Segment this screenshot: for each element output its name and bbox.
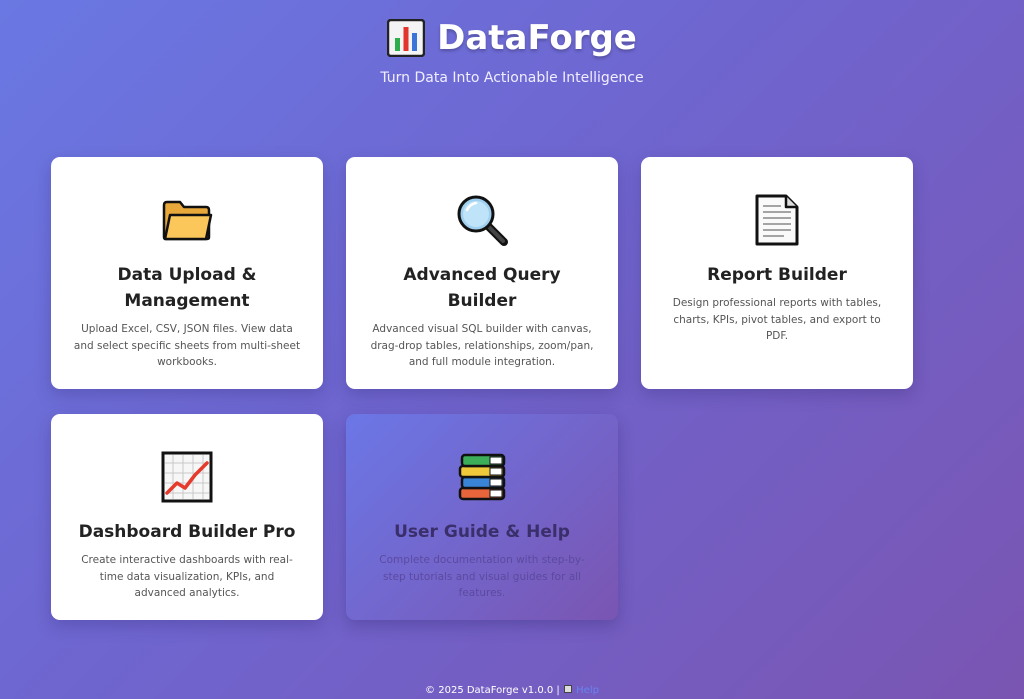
document-icon xyxy=(755,194,799,246)
copyright-text: © 2025 DataForge v1.0.0 | xyxy=(425,685,563,696)
card-title: User Guide & Help xyxy=(394,522,570,542)
bar-chart-icon xyxy=(387,19,426,57)
magnifier-icon xyxy=(457,195,508,246)
card-dashboard-builder[interactable]: Dashboard Builder Pro Create interactive… xyxy=(51,414,323,620)
card-user-guide[interactable]: User Guide & Help Complete documentation… xyxy=(346,414,618,620)
card-title: Report Builder xyxy=(707,265,847,285)
brand: DataForge xyxy=(0,16,1024,60)
card-title: Dashboard Builder Pro xyxy=(78,522,296,542)
tagline: Turn Data Into Actionable Intelligence xyxy=(380,70,644,86)
card-description: Complete documentation with step-by-step… xyxy=(379,554,585,599)
card-description: Design professional reports with tables,… xyxy=(672,297,882,342)
card-report-builder[interactable]: Report Builder Design professional repor… xyxy=(641,157,913,389)
card-description: Upload Excel, CSV, JSON files. View data… xyxy=(73,323,301,368)
card-query-builder[interactable]: Advanced Query Builder Advanced visual S… xyxy=(346,157,618,389)
books-icon xyxy=(458,453,506,501)
card-data-upload[interactable]: Data Upload & Management Upload Excel, C… xyxy=(51,157,323,389)
book-icon xyxy=(563,685,572,693)
card-description: Advanced visual SQL builder with canvas,… xyxy=(370,323,594,368)
card-title: Data Upload & Management xyxy=(117,265,257,311)
help-link[interactable]: Help xyxy=(576,685,599,696)
folder-icon xyxy=(162,200,213,241)
app-title: DataForge xyxy=(437,18,637,58)
card-title: Advanced Query Builder xyxy=(403,265,561,311)
app-header: DataForge Turn Data Into Actionable Inte… xyxy=(0,16,1024,86)
card-description: Create interactive dashboards with real-… xyxy=(81,554,293,599)
line-chart-icon xyxy=(161,451,213,503)
footer: © 2025 DataForge v1.0.0 | Help xyxy=(0,684,1024,696)
